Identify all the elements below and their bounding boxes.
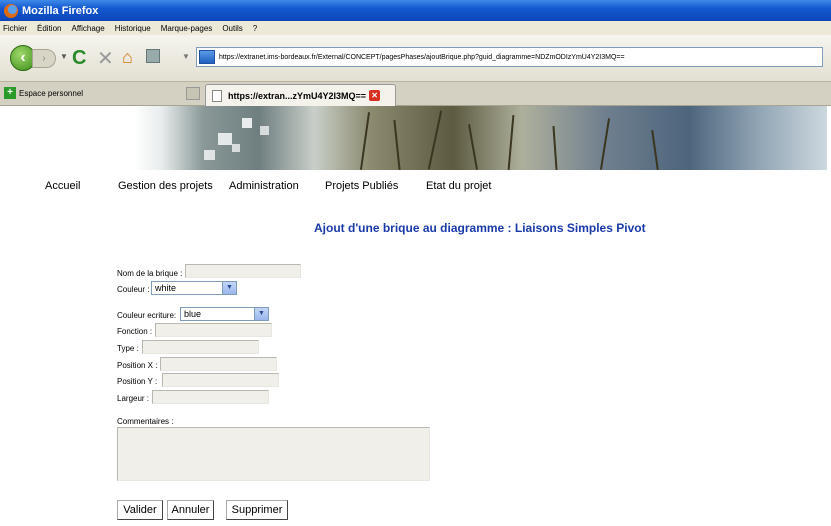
bookmark-espace-personnel[interactable]: + Espace personnel: [4, 87, 83, 99]
comments-textarea[interactable]: [117, 427, 430, 481]
bookmark-label: Espace personnel: [19, 88, 84, 98]
type-input[interactable]: [142, 340, 259, 354]
nav-accueil[interactable]: Accueil: [45, 180, 80, 192]
bookmark-page-icon[interactable]: [146, 49, 160, 63]
menu-outils[interactable]: Outils: [222, 24, 242, 33]
menu-historique[interactable]: Historique: [115, 24, 151, 33]
name-input[interactable]: [185, 264, 301, 278]
position-y-input[interactable]: [162, 373, 279, 387]
window-titlebar: Mozilla Firefox: [0, 0, 831, 21]
firefox-icon: [4, 3, 18, 18]
forward-arrow-icon[interactable]: ›: [32, 49, 56, 68]
reload-icon[interactable]: C: [72, 47, 86, 70]
page-content: Accueil Gestion des projets Administrati…: [0, 106, 831, 526]
nav-etat-projet[interactable]: Etat du projet: [426, 180, 491, 192]
name-label: Nom de la brique :: [117, 269, 183, 278]
url-bar[interactable]: https://extranet.ims-bordeaux.fr/Externa…: [196, 47, 823, 67]
window-title: Mozilla Firefox: [22, 4, 99, 17]
url-text: https://extranet.ims-bordeaux.fr/Externa…: [219, 53, 625, 61]
header-banner-image: [134, 106, 827, 170]
tab-list-icon[interactable]: [186, 87, 200, 100]
color-select-value: white: [155, 283, 177, 293]
chevron-down-icon[interactable]: ▼: [222, 282, 236, 294]
color-label: Couleur :: [117, 285, 150, 294]
stop-icon[interactable]: ✕: [97, 46, 114, 71]
page-icon: [212, 89, 222, 102]
posx-label: Position X :: [117, 361, 158, 370]
navigation-toolbar: ‹ › ▼ C ✕ ⌂ ▼ https://extranet.ims-borde…: [0, 35, 831, 82]
function-input[interactable]: [155, 323, 272, 337]
plus-icon: +: [4, 87, 16, 99]
tab-active[interactable]: https://extran...zYmU4Y2I3MQ== ✕: [205, 84, 396, 106]
menu-affichage[interactable]: Affichage: [71, 24, 104, 33]
menu-help[interactable]: ?: [253, 24, 257, 33]
function-label: Fonction :: [117, 327, 153, 336]
home-icon[interactable]: ⌂: [122, 47, 133, 68]
color-select[interactable]: white ▼: [151, 281, 237, 295]
text-color-select-value: blue: [184, 309, 202, 319]
position-x-input[interactable]: [160, 357, 277, 371]
nav-gestion-projets[interactable]: Gestion des projets: [118, 180, 213, 192]
type-label: Type :: [117, 344, 139, 353]
close-tab-icon[interactable]: ✕: [369, 90, 381, 101]
delete-button[interactable]: Supprimer: [226, 500, 288, 520]
width-label: Largeur :: [117, 394, 150, 403]
history-dropdown-icon[interactable]: ▼: [60, 52, 68, 61]
nav-projets-publies[interactable]: Projets Publiés: [325, 180, 398, 192]
tab-title: https://extran...zYmU4Y2I3MQ==: [228, 90, 367, 101]
menu-edition[interactable]: Édition: [37, 24, 61, 33]
cancel-button[interactable]: Annuler: [167, 500, 214, 520]
menu-fichier[interactable]: Fichier: [3, 24, 27, 33]
menu-marque-pages[interactable]: Marque-pages: [161, 24, 213, 33]
nav-administration[interactable]: Administration: [229, 180, 299, 192]
width-input[interactable]: [152, 390, 269, 404]
text-color-label: Couleur ecriture:: [117, 311, 177, 320]
validate-button[interactable]: Valider: [117, 500, 163, 520]
tab-bar: + Espace personnel https://extran...zYmU…: [0, 82, 831, 106]
chevron-down-icon[interactable]: ▼: [254, 308, 268, 320]
comments-label: Commentaires :: [117, 417, 174, 426]
text-color-select[interactable]: blue ▼: [180, 307, 269, 321]
posy-label: Position Y :: [117, 377, 158, 386]
menu-bar: Fichier Édition Affichage Historique Mar…: [0, 21, 831, 35]
page-title: Ajout d'une brique au diagramme : Liaiso…: [314, 221, 646, 235]
site-identity-icon[interactable]: [199, 50, 215, 64]
toolbar-dropdown-icon[interactable]: ▼: [182, 52, 190, 61]
